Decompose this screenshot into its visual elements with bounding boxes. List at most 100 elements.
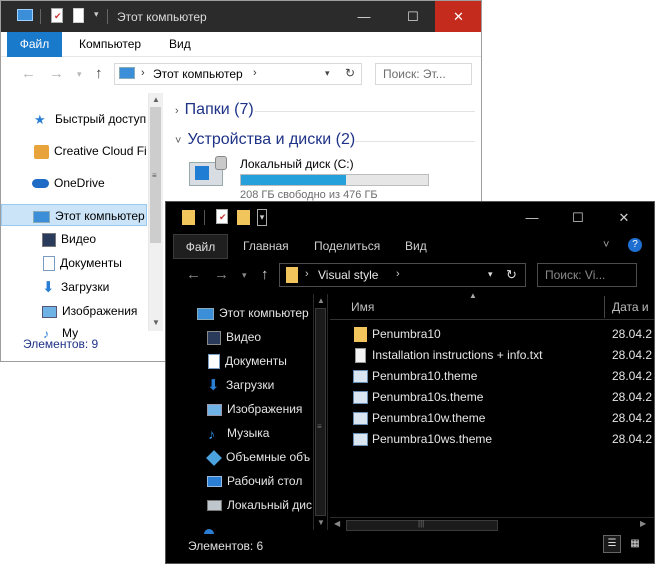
group-divider — [355, 141, 475, 142]
scroll-down-icon[interactable]: ▼ — [152, 318, 160, 327]
scroll-up-icon[interactable]: ▲ — [317, 296, 325, 305]
large-icons-view-icon[interactable]: ▦ — [626, 535, 644, 553]
sidebar-item-pictures[interactable]: Изображения — [1, 300, 147, 322]
search-input[interactable]: Поиск: Эт... — [375, 63, 472, 85]
recent-locations-chevron-icon[interactable]: ▾ — [242, 270, 247, 281]
address-bar[interactable]: › Visual style › ▾ ↻ — [279, 263, 526, 287]
sidebar-item-video[interactable]: Видео — [166, 326, 312, 348]
title-bar[interactable]: ✔ ▾ Этот компьютер — ☐ ✕ — [1, 1, 481, 32]
group-header-folders[interactable]: › Папки (7) — [175, 101, 254, 119]
ribbon-expand-icon[interactable]: ˅ — [603, 239, 609, 251]
properties-icon[interactable]: ✔ — [51, 8, 63, 23]
group-header-devices[interactable]: ˅ Устройства и диски (2) — [175, 131, 355, 149]
address-chevron-icon[interactable]: › — [141, 67, 145, 79]
chevron-right-icon: › — [175, 105, 179, 117]
up-arrow-icon[interactable]: ↑ — [95, 65, 103, 82]
title-bar[interactable]: ✔ ▾ — ☐ ✕ — [166, 202, 654, 234]
refresh-icon[interactable]: ↻ — [506, 267, 517, 283]
sidebar-item-pictures[interactable]: Изображения — [166, 398, 312, 420]
sidebar-scrollbar[interactable]: ▲ ≡ ▼ — [148, 93, 163, 331]
tab-file[interactable]: Файл — [173, 234, 228, 259]
details-view-icon[interactable]: ☰ — [603, 535, 621, 553]
tab-home[interactable]: Главная — [231, 234, 301, 259]
sidebar-item-label: Creative Cloud Fil — [54, 144, 147, 158]
theme-file-icon — [353, 370, 368, 383]
scroll-right-icon[interactable]: ▶ — [640, 519, 646, 528]
column-header-date[interactable]: Дата и — [612, 300, 649, 314]
title-separator — [40, 9, 41, 24]
sidebar-item-this-pc[interactable]: Этот компьютер — [166, 302, 312, 324]
minimize-button[interactable]: — — [509, 202, 555, 233]
address-path[interactable]: Visual style — [318, 268, 378, 282]
sidebar-item-local-disk[interactable]: Локальный дис — [166, 494, 312, 516]
tab-view[interactable]: Вид — [393, 234, 439, 259]
file-date: 28.04.2 — [612, 390, 653, 404]
address-bar[interactable]: › Этот компьютер › ▾ ↻ — [114, 63, 362, 85]
refresh-icon[interactable]: ↻ — [345, 66, 355, 80]
properties-icon[interactable]: ✔ — [216, 209, 228, 224]
back-arrow-icon[interactable]: ← — [186, 266, 201, 283]
search-input[interactable]: Поиск: Vi... — [537, 263, 637, 287]
address-path[interactable]: Этот компьютер — [153, 67, 243, 81]
sidebar-item-documents[interactable]: Документы — [1, 252, 147, 274]
star-icon: ★ — [34, 111, 46, 127]
quick-access-dropdown-icon[interactable]: ▾ — [94, 9, 99, 20]
sidebar-item-label: Рабочий стол — [227, 474, 303, 488]
sidebar-item-label: Быстрый доступ — [55, 112, 147, 126]
sidebar-item-label: Видео — [61, 232, 97, 246]
sidebar-item-quick-access[interactable]: ★ Быстрый доступ — [1, 108, 147, 130]
address-chevron-icon[interactable]: › — [253, 67, 257, 79]
new-folder-icon[interactable] — [237, 210, 250, 225]
scrollbar-thumb[interactable] — [315, 308, 326, 516]
list-item[interactable]: Installation instructions + info.txt 28.… — [330, 345, 654, 366]
address-chevron-icon[interactable]: › — [396, 268, 400, 280]
column-divider — [604, 296, 605, 318]
list-item[interactable]: Penumbra10ws.theme 28.04.2 — [330, 429, 654, 450]
sidebar-item-downloads[interactable]: ⬇ Загрузки — [166, 374, 312, 396]
scroll-up-icon[interactable]: ▲ — [152, 95, 160, 104]
list-item[interactable]: Penumbra10.theme 28.04.2 — [330, 366, 654, 387]
list-item[interactable]: Penumbra10 28.04.2 — [330, 324, 654, 345]
sidebar-item-music[interactable]: ♪ Музыка — [166, 422, 312, 444]
sidebar-item-desktop[interactable]: Рабочий стол — [166, 470, 312, 492]
sidebar-item-network[interactable] — [166, 522, 312, 534]
minimize-button[interactable]: — — [341, 1, 387, 32]
maximize-button[interactable]: ☐ — [555, 202, 601, 233]
horizontal-scrollbar[interactable]: ◀ ||| ▶ — [330, 517, 654, 533]
address-dropdown-icon[interactable]: ▾ — [488, 269, 493, 280]
tab-file[interactable]: Файл — [7, 32, 62, 57]
new-folder-icon[interactable] — [73, 8, 84, 23]
list-item[interactable]: Penumbra10s.theme 28.04.2 — [330, 387, 654, 408]
sidebar-item-onedrive[interactable]: OneDrive — [1, 172, 147, 194]
drive-item[interactable]: Локальный диск (C:) 208 ГБ свободно из 4… — [185, 156, 445, 202]
tab-view[interactable]: Вид — [157, 32, 203, 57]
title-separator — [204, 210, 205, 225]
sidebar-item-documents[interactable]: Документы — [166, 350, 312, 372]
tab-share[interactable]: Поделиться — [302, 234, 392, 259]
recent-locations-chevron-icon[interactable]: ▾ — [77, 69, 82, 80]
maximize-button[interactable]: ☐ — [390, 1, 436, 32]
sidebar-scrollbar[interactable]: ▲ ≡ ▼ — [313, 294, 328, 530]
scroll-down-icon[interactable]: ▼ — [317, 518, 325, 527]
scroll-left-icon[interactable]: ◀ — [334, 519, 340, 528]
column-header-name[interactable]: Имя — [351, 300, 374, 314]
sidebar-item-downloads[interactable]: ⬇ Загрузки — [1, 276, 147, 298]
sidebar-item-3d-objects[interactable]: Объемные объ — [166, 446, 312, 468]
close-button[interactable]: ✕ — [601, 202, 647, 233]
ribbon-tabs: Файл Главная Поделиться Вид ˅ ? — [166, 234, 654, 260]
sidebar-item-this-pc[interactable]: Этот компьютер — [1, 204, 147, 226]
sidebar-item-video[interactable]: Видео — [1, 228, 147, 250]
list-item[interactable]: Penumbra10w.theme 28.04.2 — [330, 408, 654, 429]
chevron-down-icon: ˅ — [175, 135, 182, 147]
address-dropdown-icon[interactable]: ▾ — [325, 68, 330, 79]
address-chevron-icon[interactable]: › — [305, 268, 309, 280]
sidebar-item-creative-cloud[interactable]: Creative Cloud Fil — [1, 140, 147, 162]
help-icon[interactable]: ? — [628, 238, 642, 252]
up-arrow-icon[interactable]: ↑ — [261, 266, 269, 283]
close-button[interactable]: ✕ — [435, 1, 481, 32]
forward-arrow-icon[interactable]: → — [214, 266, 229, 283]
forward-arrow-icon[interactable]: → — [49, 65, 64, 82]
tab-computer[interactable]: Компьютер — [67, 32, 153, 57]
back-arrow-icon[interactable]: ← — [21, 65, 36, 82]
quick-access-dropdown-icon[interactable]: ▾ — [257, 209, 267, 226]
